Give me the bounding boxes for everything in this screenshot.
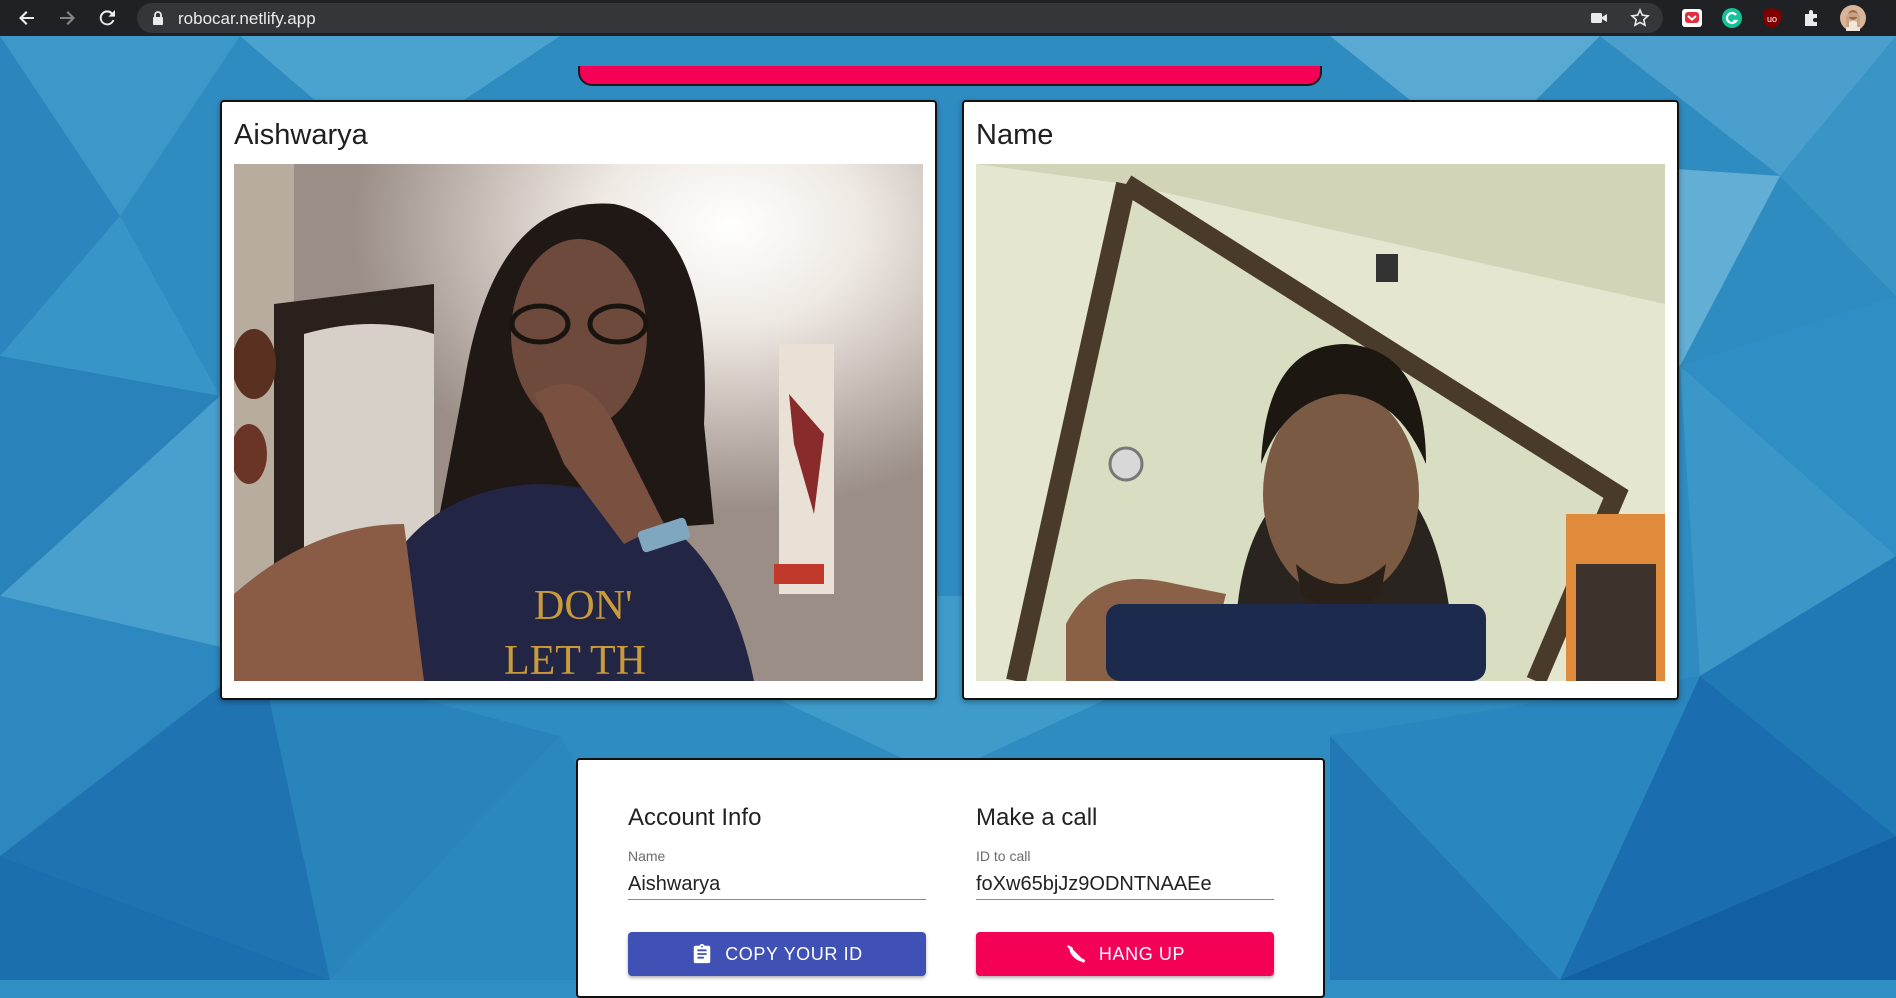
account-info-heading: Account Info (628, 804, 762, 831)
extension-grammarly-icon[interactable] (1721, 7, 1743, 29)
camera-icon[interactable] (1589, 8, 1609, 28)
account-info-section: Account Info (628, 804, 926, 832)
hang-up-label: HANG UP (1098, 943, 1186, 964)
local-user-name: Aishwarya (234, 119, 368, 151)
browser-toolbar: robocar.netlify.app uo (0, 0, 1896, 36)
make-call-section: Make a call (976, 804, 1274, 832)
profile-avatar[interactable] (1840, 5, 1866, 31)
name-field-label: Name (628, 848, 666, 864)
extensions-puzzle-icon[interactable] (1801, 7, 1823, 29)
remote-video (976, 164, 1665, 681)
extension-ublock-icon[interactable]: uo (1761, 7, 1783, 29)
clipboard-icon (693, 943, 711, 964)
back-icon[interactable] (14, 5, 40, 31)
lock-icon (153, 11, 163, 25)
local-video-card: Aishwarya DON' LET TH (220, 100, 937, 700)
call-controls-panel: Account Info Name COPY YOUR ID Make a ca… (576, 758, 1325, 998)
extension-pocket-icon[interactable] (1681, 7, 1703, 29)
remote-user-name: Name (976, 119, 1054, 151)
address-bar[interactable]: robocar.netlify.app (137, 3, 1663, 33)
name-input[interactable] (628, 870, 926, 900)
local-video: DON' LET TH (234, 164, 923, 681)
url-text: robocar.netlify.app (178, 9, 316, 28)
make-call-heading: Make a call (976, 804, 1098, 831)
id-to-call-input[interactable] (976, 870, 1274, 900)
svg-text:LET TH: LET TH (504, 638, 646, 681)
reload-icon[interactable] (94, 5, 120, 31)
forward-icon[interactable] (54, 5, 80, 31)
header-bar (578, 66, 1322, 86)
hang-up-button[interactable]: HANG UP (976, 932, 1274, 976)
copy-id-button[interactable]: COPY YOUR ID (628, 932, 926, 976)
id-to-call-label: ID to call (976, 848, 1031, 864)
phone-disabled-icon (1066, 945, 1086, 963)
svg-text:DON': DON' (534, 583, 633, 629)
copy-id-label: COPY YOUR ID (725, 943, 863, 964)
star-icon[interactable] (1630, 8, 1650, 28)
remote-video-card: Name (962, 100, 1679, 700)
svg-text:uo: uo (1767, 14, 1777, 24)
